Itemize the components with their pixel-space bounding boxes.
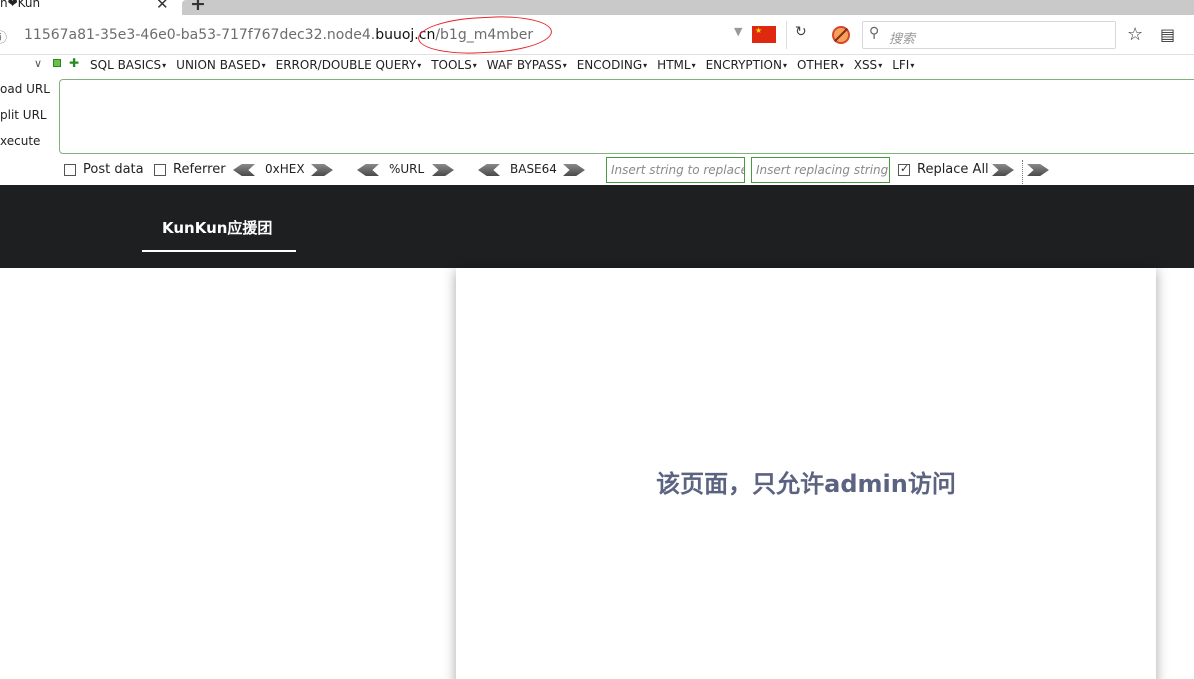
search-placeholder: 搜索: [889, 32, 916, 47]
execute-button[interactable]: xecute: [0, 134, 40, 148]
red-annotation-circle: [417, 13, 553, 57]
reload-icon[interactable]: ↻: [795, 24, 807, 40]
menu-sql-basics[interactable]: SQL BASICS: [90, 58, 166, 72]
search-icon: ⚲: [869, 25, 880, 41]
hackbar-options-row: Post data Referrer 0xHEX %URL BASE64 Ins…: [0, 157, 1194, 186]
url-label: %URL: [389, 162, 425, 176]
hex-encode-arrow-icon[interactable]: [311, 164, 333, 176]
replace-reverse-arrow-icon[interactable]: [1027, 164, 1049, 176]
replace-all-checkbox[interactable]: [898, 162, 910, 176]
menu-html[interactable]: HTML: [657, 58, 695, 72]
site-brand-link[interactable]: KunKun应援团: [162, 217, 272, 238]
load-url-button[interactable]: oad URL: [0, 82, 50, 96]
site-info-icon[interactable]: ⓘ: [0, 27, 7, 46]
hex-decode-arrow-icon[interactable]: [233, 164, 255, 176]
hackbar-panel: ∨ ✚ SQL BASICS UNION BASED ERROR/DOUBLE …: [0, 55, 1194, 186]
menu-union-based[interactable]: UNION BASED: [176, 58, 265, 72]
content-card: 该页面，只允许admin访问: [456, 268, 1156, 679]
post-data-label: Post data: [83, 162, 144, 177]
active-tab[interactable]: n❤Kun ✕: [0, 0, 182, 15]
flag-star-icon: ★: [755, 26, 763, 35]
site-navbar: KunKun应援团: [0, 185, 1194, 268]
close-tab-icon[interactable]: ✕: [156, 0, 169, 13]
url-encode-arrow-icon[interactable]: [432, 164, 454, 176]
hackbar-divider: [1022, 160, 1023, 186]
access-denied-message: 该页面，只允许admin访问: [656, 470, 956, 498]
base64-label: BASE64: [510, 162, 557, 176]
new-tab-icon[interactable]: +: [190, 0, 206, 15]
chevron-down-icon[interactable]: ∨: [34, 57, 42, 70]
hackbar-plus-icon[interactable]: ✚: [69, 56, 79, 70]
browser-window: n❤Kun ✕ + ⓘ 11567a81-35e3-46e0-ba53-717f…: [0, 0, 1194, 679]
menu-lfi[interactable]: LFI: [892, 58, 914, 72]
active-nav-underline: [142, 250, 296, 252]
base64-encode-arrow-icon[interactable]: [563, 164, 585, 176]
menu-encoding[interactable]: ENCODING: [577, 58, 647, 72]
library-icon[interactable]: ▤: [1160, 25, 1175, 44]
url-subdomain: 11567a81-35e3-46e0-ba53-717f767dec32.nod…: [24, 27, 376, 43]
extension-icon[interactable]: [832, 26, 850, 44]
hackbar-menu: SQL BASICS UNION BASED ERROR/DOUBLE QUER…: [90, 58, 924, 72]
tab-strip-background: +: [182, 0, 1194, 15]
hackbar-url-textarea[interactable]: [59, 79, 1194, 154]
hex-label: 0xHEX: [265, 162, 305, 176]
search-box[interactable]: ⚲ 搜索: [862, 21, 1116, 49]
post-data-checkbox[interactable]: [64, 164, 76, 176]
menu-encryption[interactable]: ENCRYPTION: [706, 58, 787, 72]
replace-with-input[interactable]: Insert replacing string: [751, 157, 890, 183]
menu-error-double-query[interactable]: ERROR/DOUBLE QUERY: [276, 58, 422, 72]
url-decode-arrow-icon[interactable]: [357, 164, 379, 176]
menu-tools[interactable]: TOOLS: [431, 58, 477, 72]
tab-strip: n❤Kun ✕ +: [0, 0, 1194, 15]
hackbar-minus-icon[interactable]: [53, 59, 61, 67]
referrer-checkbox[interactable]: [154, 164, 166, 176]
replace-find-input[interactable]: Insert string to replace: [606, 157, 745, 183]
base64-decode-arrow-icon[interactable]: [478, 164, 500, 176]
menu-waf-bypass[interactable]: WAF BYPASS: [487, 58, 567, 72]
bookmark-star-icon[interactable]: ☆: [1127, 24, 1143, 45]
url-history-dropdown-icon[interactable]: ▼: [734, 25, 742, 38]
url-bar[interactable]: 11567a81-35e3-46e0-ba53-717f767dec32.nod…: [14, 13, 820, 57]
replace-arrow-icon[interactable]: [992, 164, 1014, 176]
url-bar-divider: [786, 21, 787, 49]
navigation-bar: ⓘ 11567a81-35e3-46e0-ba53-717f767dec32.n…: [0, 13, 1194, 57]
split-url-button[interactable]: plit URL: [0, 108, 47, 122]
tab-title: n❤Kun: [0, 0, 41, 10]
china-flag-icon[interactable]: ★: [752, 26, 776, 43]
replace-all-label: Replace All: [917, 162, 989, 177]
menu-xss[interactable]: XSS: [854, 58, 882, 72]
referrer-label: Referrer: [173, 162, 226, 177]
menu-other[interactable]: OTHER: [797, 58, 844, 72]
